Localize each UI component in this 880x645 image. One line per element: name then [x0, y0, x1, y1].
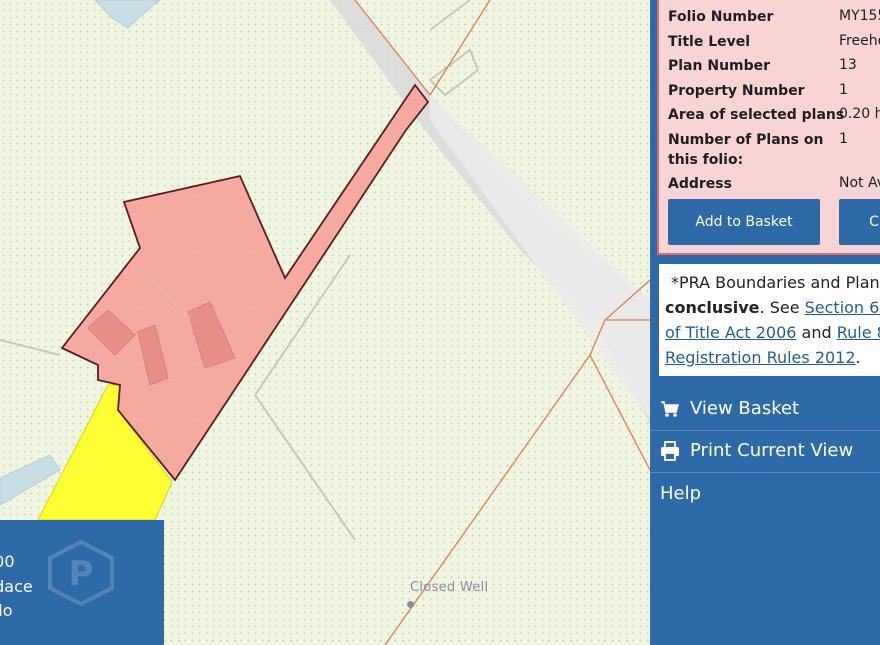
- legend-line: 000: [0, 552, 15, 571]
- add-to-basket-button[interactable]: Add to Basket: [668, 199, 820, 245]
- rule-8-link[interactable]: Rule 8: [837, 323, 880, 342]
- pra-watermark-icon: P: [48, 539, 114, 607]
- folio-info-card: Folio Number MY155 Title Level Freeho Pl…: [657, 0, 880, 255]
- field-boundary: [254, 394, 356, 541]
- info-label: Address: [668, 176, 732, 192]
- info-value: 1: [839, 82, 848, 98]
- boundary-line: [429, 0, 491, 96]
- section-62-link[interactable]: Section 62(2: [805, 298, 880, 317]
- water-channel-top: [94, 0, 161, 29]
- info-value: 0.20 h: [839, 106, 880, 122]
- title-act-link[interactable]: of Title Act 2006: [665, 323, 796, 342]
- info-value: Freeho: [839, 33, 880, 49]
- notice-and: and: [796, 323, 837, 342]
- well-marker-icon: [407, 601, 414, 608]
- disclaimer-notice: *PRA Boundaries and Plan Are conclusive.…: [657, 262, 880, 378]
- notice-line-3: of Title Act 2006 and Rule 8: [665, 320, 880, 345]
- notice-line-2: conclusive. See Section 62(2: [665, 295, 880, 320]
- notice-end: .: [855, 348, 861, 367]
- legend-line: ello: [0, 601, 13, 620]
- help-label: Help: [660, 483, 702, 504]
- registration-rules-link[interactable]: Registration Rules 2012: [665, 348, 856, 367]
- road-verge: [430, 95, 650, 420]
- print-current-view-button[interactable]: Print Current View: [650, 430, 880, 473]
- road-shape: [330, 0, 650, 425]
- info-value: 1: [839, 131, 848, 147]
- view-basket-button[interactable]: View Basket: [650, 388, 880, 431]
- secondary-action-button[interactable]: C: [839, 199, 880, 245]
- print-icon: [661, 441, 679, 461]
- info-label: Property Number: [668, 83, 805, 99]
- map-label-closed-well: Closed Well: [410, 580, 489, 595]
- print-current-view-label: Print Current View: [690, 440, 854, 461]
- info-value: 13: [839, 57, 857, 73]
- info-value: Not Av: [839, 175, 880, 191]
- help-button[interactable]: Help: [650, 473, 880, 515]
- cart-icon: [661, 401, 679, 417]
- legend-panel: P 000 ndace ello o: [0, 520, 164, 645]
- info-label: Title Level: [668, 34, 751, 50]
- notice-line-4: Registration Rules 2012.: [665, 345, 880, 370]
- info-label: Area of selected plans: [668, 107, 845, 123]
- svg-text:P: P: [69, 554, 94, 594]
- field-boundary: [429, 0, 471, 31]
- info-label: Number of Plans on this folio:: [668, 132, 824, 168]
- notice-see: . See: [759, 298, 805, 317]
- field-boundary: [0, 339, 61, 356]
- info-value: MY155: [839, 8, 880, 24]
- info-label: Plan Number: [668, 58, 771, 74]
- notice-line-1: *PRA Boundaries and Plan Are: [671, 273, 880, 292]
- info-label: Folio Number: [668, 9, 774, 25]
- view-basket-label: View Basket: [690, 398, 800, 419]
- legend-line: ndace: [0, 577, 33, 596]
- notice-bold: conclusive: [665, 298, 760, 317]
- side-panel: Folio Number MY155 Title Level Freeho Pl…: [650, 0, 880, 645]
